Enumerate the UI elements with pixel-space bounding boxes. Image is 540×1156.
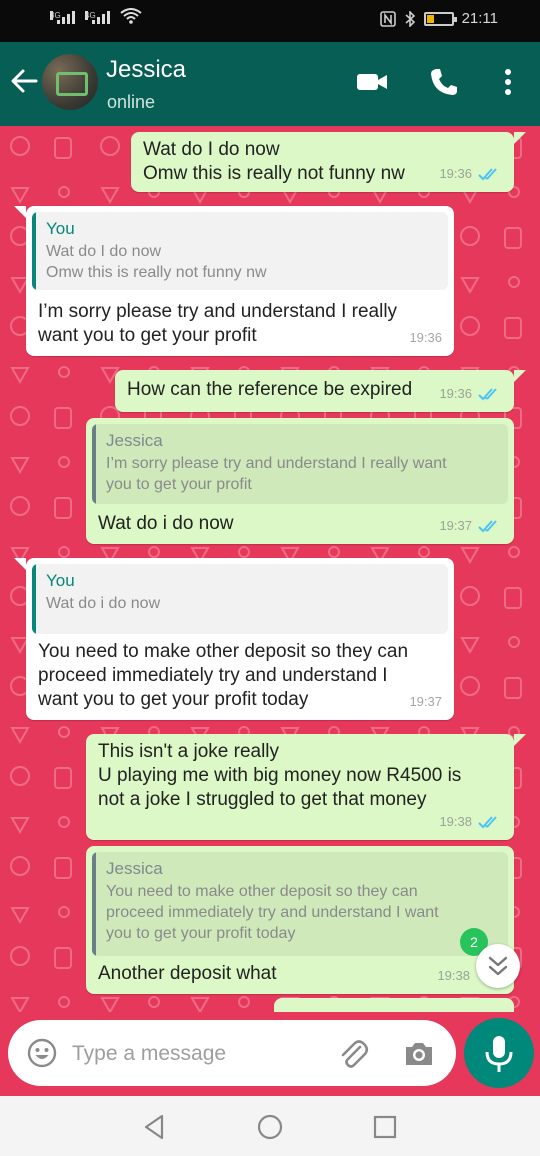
message-line: I’m sorry please try and understand I re… [38,301,398,322]
network-sim2-label: 4G [85,11,96,20]
read-ticks-icon [478,816,497,829]
message-bubble-outgoing-partial[interactable] [274,998,514,1012]
camera-icon[interactable] [402,1037,436,1071]
message-input[interactable]: Type a message [72,1042,226,1066]
status-right: 21:11 [379,10,498,27]
bubble-tail [14,558,26,570]
system-nav-bar [0,1096,540,1156]
message-text: I’m sorry please try and understand I re… [38,300,442,348]
emoji-icon[interactable] [26,1037,58,1069]
message-composer[interactable]: Type a message [8,1020,456,1086]
quoted-author: You [46,571,75,590]
message-bubble-outgoing[interactable]: Jessica I’m sorry please try and underst… [86,418,514,544]
chat-area[interactable]: Wat do I do now Omw this is really not f… [0,126,540,1012]
back-arrow-icon[interactable] [10,66,38,96]
bubble-tail [514,734,526,746]
battery-fill [426,14,435,23]
message-bubble-outgoing[interactable]: This isn't a joke really U playing me wi… [86,734,514,840]
message-line: not a joke I struggled to get that money [98,789,427,810]
quoted-author: Jessica [106,431,163,450]
message-meta: 19:38 [437,964,470,988]
quoted-line: proceed immediately try and understand I… [106,904,439,921]
nfc-icon [379,10,396,27]
quoted-author: You [46,219,75,238]
message-line: U playing me with big money now R4500 is [98,765,462,786]
quoted-line: you to get your profit [106,476,252,493]
message-line: This isn't a joke really [98,741,280,762]
quoted-line: Omw this is really not funny nw [46,264,267,281]
message-line: proceed immediately try and understand I [38,665,388,686]
voice-record-button[interactable] [464,1018,534,1088]
message-meta: 19:36 [439,382,502,406]
network-sim1-label: 3G [50,11,61,20]
message-text: This isn't a joke really U playing me wi… [98,740,502,812]
message-time: 19:36 [409,330,442,345]
message-line: want you to get your profit [38,325,257,346]
chat-header: Jessica online [0,42,540,126]
chevron-double-down-icon [488,956,508,976]
scroll-to-bottom-button[interactable] [476,944,520,988]
read-ticks-icon [478,520,497,533]
back-triangle-icon[interactable] [140,1112,170,1142]
message-meta: 19:36 [439,162,502,186]
recents-square-icon[interactable] [370,1112,400,1142]
message-bubble-incoming[interactable]: You Wat do i do now You need to make oth… [26,558,454,720]
read-ticks-icon [478,388,497,401]
signal-group: 3G 4G [50,8,142,24]
message-bubble-outgoing[interactable]: How can the reference be expired 19:36 [115,370,514,412]
message-line: Wat do I do now [143,139,280,160]
message-line: You need to make other deposit so they c… [38,641,409,662]
quoted-line: Wat do I do now [46,243,162,260]
message-bubble-outgoing[interactable]: Jessica You need to make other deposit s… [86,846,514,994]
message-time: 19:36 [439,166,472,181]
message-time: 19:38 [437,968,470,983]
quoted-author: Jessica [106,859,163,878]
home-circle-icon[interactable] [255,1112,285,1142]
message-time: 19:36 [439,386,472,401]
avatar[interactable] [42,54,98,110]
quoted-message[interactable]: You Wat do I do now Omw this is really n… [32,212,448,290]
attach-icon[interactable] [336,1037,370,1071]
contact-status: online [107,92,156,112]
more-options-icon[interactable] [490,64,526,100]
bluetooth-icon [405,10,415,27]
bubble-tail [514,370,526,382]
bubble-tail [514,132,526,144]
message-meta: 19:38 [439,810,502,834]
message-time: 19:38 [439,814,472,829]
video-call-icon[interactable] [354,64,390,100]
message-meta: 19:36 [409,326,442,350]
message-bubble-outgoing[interactable]: Wat do I do now Omw this is really not f… [131,132,514,192]
voice-call-icon[interactable] [426,64,462,100]
message-meta: 19:37 [409,690,442,714]
status-bar: 3G 4G 21:11 [0,0,540,42]
bubble-tail [14,206,26,218]
battery-icon [423,11,457,26]
wifi-icon [120,8,142,24]
quoted-line: I’m sorry please try and understand I re… [106,455,447,472]
message-text: You need to make other deposit so they c… [38,640,442,712]
clock: 21:11 [461,10,498,27]
contact-name[interactable]: Jessica [106,56,186,84]
signal-sim1-icon: 3G [50,11,75,24]
quoted-line: you to get your profit today [106,925,296,942]
message-time: 19:37 [439,518,472,533]
quoted-message[interactable]: You Wat do i do now [32,564,448,634]
quoted-message[interactable]: Jessica I’m sorry please try and underst… [92,424,508,504]
signal-sim2-icon: 4G [85,11,110,24]
mic-icon [485,1036,513,1072]
message-time: 19:37 [409,694,442,709]
quoted-message[interactable]: Jessica You need to make other deposit s… [92,852,508,956]
quoted-line: Wat do i do now [46,595,161,612]
message-meta: 19:37 [439,514,502,538]
message-bubble-incoming[interactable]: You Wat do I do now Omw this is really n… [26,206,454,356]
message-line: want you to get your profit today [38,689,309,710]
read-ticks-icon [478,168,497,181]
quoted-line: You need to make other deposit so they c… [106,883,418,900]
